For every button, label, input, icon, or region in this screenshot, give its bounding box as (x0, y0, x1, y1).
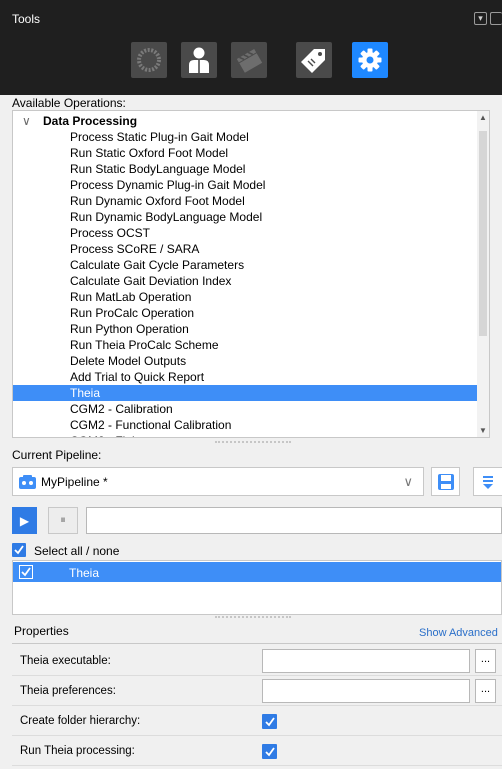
properties-title: Properties (14, 624, 69, 638)
operation-item[interactable]: Add Trial to Quick Report (13, 369, 478, 385)
tools-titlebar: Tools ▾ (0, 0, 502, 95)
browse-executable-button[interactable]: ... (475, 649, 496, 673)
pause-button[interactable]: ⏸ (48, 507, 78, 534)
pipeline-name: MyPipeline * (41, 475, 108, 489)
pixel-circle-icon (137, 48, 161, 72)
operation-item[interactable]: Run Static Oxford Foot Model (13, 145, 478, 161)
create-folder-hierarchy-checkbox[interactable] (262, 714, 277, 729)
save-pipeline-button[interactable] (431, 467, 460, 496)
property-label: Theia executable: (20, 655, 111, 667)
step-label: Theia (69, 566, 100, 580)
tab-label[interactable] (296, 42, 332, 78)
select-all-checkbox[interactable] (12, 543, 26, 557)
tab-subjects[interactable] (131, 42, 167, 78)
tab-capture[interactable] (231, 42, 267, 78)
operation-item[interactable]: Run Dynamic Oxford Foot Model (13, 193, 478, 209)
available-operations-label: Available Operations: (12, 96, 126, 110)
properties-header: Properties Show Advanced (12, 619, 502, 644)
operations-tree[interactable]: ∨ Data Processing Process Static Plug-in… (12, 110, 490, 438)
operation-item[interactable]: CGM2 - Calibration (13, 401, 478, 417)
show-advanced-link[interactable]: Show Advanced (419, 627, 498, 639)
gear-icon (358, 48, 382, 72)
step-checkbox[interactable] (19, 565, 33, 579)
property-theia-executable: Theia executable: ... (12, 646, 502, 676)
checkmark-icon (264, 746, 275, 756)
checkmark-icon (264, 716, 275, 726)
person-icon (189, 47, 209, 73)
property-label: Create folder hierarchy: (20, 715, 141, 727)
scroll-down-icon[interactable]: ▼ (479, 426, 487, 435)
operation-item[interactable]: CGM2 - Fitting (13, 433, 478, 437)
operation-item[interactable]: Run Python Operation (13, 321, 478, 337)
operation-item[interactable]: Run MatLab Operation (13, 289, 478, 305)
operation-item[interactable]: Run Static BodyLanguage Model (13, 161, 478, 177)
scroll-up-icon[interactable]: ▲ (479, 113, 487, 122)
pipeline-select[interactable]: MyPipeline * ∨ (12, 467, 424, 496)
property-label: Theia preferences: (20, 685, 116, 697)
chevron-down-icon[interactable]: ∨ (22, 113, 31, 129)
checkmark-icon (14, 545, 24, 555)
undock-icon[interactable] (490, 12, 502, 25)
progress-status-field (86, 507, 502, 534)
window-title: Tools (12, 12, 41, 26)
property-run-theia-processing: Run Theia processing: (12, 736, 502, 766)
theia-executable-field[interactable] (262, 649, 470, 673)
operation-item[interactable]: Run ProCalc Operation (13, 305, 478, 321)
operation-item[interactable]: Theia (13, 385, 478, 401)
property-label: Run Theia processing: (20, 745, 135, 757)
operation-item[interactable]: CGM2 - Functional Calibration (13, 417, 478, 433)
browse-preferences-button[interactable]: ... (475, 679, 496, 703)
operations-scrollbar[interactable]: ▲ ▼ (477, 111, 489, 437)
operations-splitter[interactable] (215, 441, 291, 444)
group-data-processing[interactable]: ∨ Data Processing (13, 113, 478, 129)
pipeline-menu-button[interactable] (473, 467, 502, 496)
tab-subject-prep[interactable] (181, 42, 217, 78)
operation-item[interactable]: Process Static Plug-in Gait Model (13, 129, 478, 145)
operation-item[interactable]: Delete Model Outputs (13, 353, 478, 369)
pipeline-step-theia[interactable]: Theia (13, 562, 501, 582)
scroll-thumb[interactable] (479, 131, 487, 336)
chevron-down-icon[interactable]: ∨ (403, 474, 413, 490)
theia-preferences-field[interactable] (262, 679, 470, 703)
filter-menu-icon (483, 475, 493, 489)
tag-icon (301, 49, 325, 73)
operation-item[interactable]: Calculate Gait Cycle Parameters (13, 257, 478, 273)
tab-pipeline[interactable] (352, 42, 388, 78)
run-theia-processing-checkbox[interactable] (262, 744, 277, 759)
pin-icon[interactable]: ▾ (474, 12, 487, 25)
operation-item[interactable]: Process OCST (13, 225, 478, 241)
select-all-label[interactable]: Select all / none (34, 544, 119, 558)
operation-item[interactable]: Calculate Gait Deviation Index (13, 273, 478, 289)
group-label: Data Processing (43, 114, 138, 128)
pipeline-steps-list[interactable]: Theia (12, 560, 502, 615)
property-create-folder-hierarchy: Create folder hierarchy: (12, 706, 502, 736)
operation-item[interactable]: Process Dynamic Plug-in Gait Model (13, 177, 478, 193)
clapperboard-icon (236, 48, 263, 73)
run-button[interactable]: ▶ (12, 507, 37, 534)
pipeline-icon (19, 475, 36, 489)
current-pipeline-label: Current Pipeline: (12, 448, 102, 462)
operation-item[interactable]: Run Theia ProCalc Scheme (13, 337, 478, 353)
operation-item[interactable]: Run Dynamic BodyLanguage Model (13, 209, 478, 225)
operation-item[interactable]: Process SCoRE / SARA (13, 241, 478, 257)
checkmark-icon (21, 567, 31, 577)
property-theia-preferences: Theia preferences: ... (12, 676, 502, 706)
save-icon (437, 473, 454, 490)
